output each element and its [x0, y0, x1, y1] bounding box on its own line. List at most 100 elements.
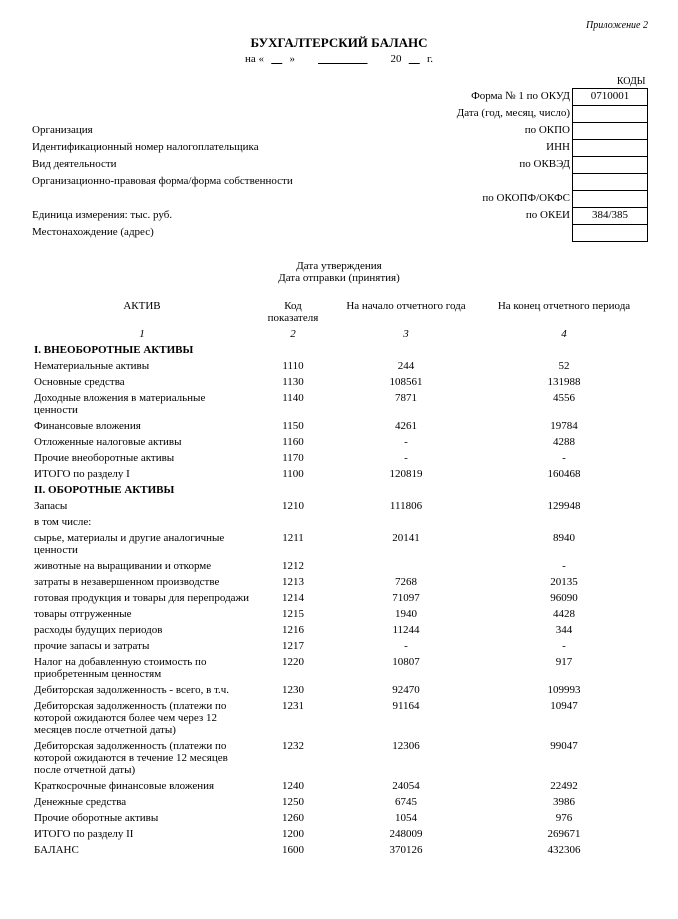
meta-left: [30, 191, 405, 208]
row-value-start: 7871: [332, 390, 480, 418]
row-value-end: 160468: [480, 466, 648, 482]
meta-mid: по ОКЕИ: [405, 208, 572, 225]
meta-code-cell[interactable]: 0710001: [573, 89, 648, 106]
table-row: Прочие внеоборотные активы1170--: [30, 450, 648, 466]
col-header-asset: АКТИВ: [30, 298, 254, 326]
row-value-start: 111806: [332, 498, 480, 514]
row-name: Дебиторская задолженность - всего, в т.ч…: [30, 682, 254, 698]
date-year-blank[interactable]: [404, 53, 424, 65]
row-code: 1110: [254, 358, 332, 374]
table-row: Запасы1210111806129948: [30, 498, 648, 514]
row-value-end: -: [480, 558, 648, 574]
approval-date-label: Дата утверждения: [30, 260, 648, 272]
row-value-start: 91164: [332, 698, 480, 738]
row-value-start: -: [332, 450, 480, 466]
row-value-start: -: [332, 434, 480, 450]
row-name: Отложенные налоговые активы: [30, 434, 254, 450]
row-value-start: 92470: [332, 682, 480, 698]
row-value-end: 22492: [480, 778, 648, 794]
meta-mid: Дата (год, месяц, число): [405, 106, 572, 123]
row-name: товары отгруженные: [30, 606, 254, 622]
date-year-suffix: г.: [427, 53, 433, 65]
row-code: 1212: [254, 558, 332, 574]
row-value-end: 432306: [480, 842, 648, 858]
table-row: Дебиторская задолженность (платежи по ко…: [30, 698, 648, 738]
meta-mid: по ОКПО: [405, 123, 572, 140]
header-meta-table: КОДЫ Форма № 1 по ОКУД0710001Дата (год, …: [30, 75, 648, 242]
row-value-start: 1940: [332, 606, 480, 622]
row-code: 1230: [254, 682, 332, 698]
table-row: Дебиторская задолженность (платежи по ко…: [30, 738, 648, 778]
table-row: готовая продукция и товары для перепрода…: [30, 590, 648, 606]
meta-left: Единица измерения: тыс. руб.: [30, 208, 405, 225]
meta-left: Идентификационный номер налогоплательщик…: [30, 140, 405, 157]
row-name: прочие запасы и затраты: [30, 638, 254, 654]
meta-code-cell[interactable]: [573, 225, 648, 242]
table-row: Отложенные налоговые активы1160-4288: [30, 434, 648, 450]
table-row: Финансовые вложения1150426119784: [30, 418, 648, 434]
row-value-end: 4428: [480, 606, 648, 622]
row-name: Основные средства: [30, 374, 254, 390]
row-name: Прочие оборотные активы: [30, 810, 254, 826]
row-code: 1600: [254, 842, 332, 858]
meta-code-cell[interactable]: [573, 174, 648, 191]
row-value-start: [332, 514, 480, 530]
row-name: Дебиторская задолженность (платежи по ко…: [30, 698, 254, 738]
date-day-blank[interactable]: [267, 53, 287, 65]
row-code: 1217: [254, 638, 332, 654]
balance-table: АКТИВ Код показателя На начало отчетного…: [30, 298, 648, 858]
row-value-start: 4261: [332, 418, 480, 434]
row-code: 1140: [254, 390, 332, 418]
row-code: 1232: [254, 738, 332, 778]
appendix-label: Приложение 2: [30, 20, 648, 31]
row-code: 1210: [254, 498, 332, 514]
row-name: в том числе:: [30, 514, 254, 530]
row-value-start: 11244: [332, 622, 480, 638]
row-value-end: [480, 514, 648, 530]
row-value-end: 10947: [480, 698, 648, 738]
row-code: 1216: [254, 622, 332, 638]
row-code: 1160: [254, 434, 332, 450]
colnum-3: 3: [332, 326, 480, 342]
approval-block: Дата утверждения Дата отправки (принятия…: [30, 260, 648, 284]
row-value-end: 20135: [480, 574, 648, 590]
col-header-end: На конец отчетного периода: [480, 298, 648, 326]
meta-code-cell[interactable]: 384/385: [573, 208, 648, 225]
meta-mid: ИНН: [405, 140, 572, 157]
table-row: Денежные средства125067453986: [30, 794, 648, 810]
row-name: БАЛАНС: [30, 842, 254, 858]
meta-mid: по ОКОПФ/ОКФС: [405, 191, 572, 208]
row-value-end: 131988: [480, 374, 648, 390]
colnum-2: 2: [254, 326, 332, 342]
meta-left: [30, 106, 405, 123]
date-month-blank[interactable]: [298, 53, 388, 65]
col-header-code: Код показателя: [254, 298, 332, 326]
row-code: 1100: [254, 466, 332, 482]
table-row: Основные средства1130108561131988: [30, 374, 648, 390]
row-value-start: 71097: [332, 590, 480, 606]
row-value-end: 52: [480, 358, 648, 374]
row-value-start: 248009: [332, 826, 480, 842]
row-code: 1231: [254, 698, 332, 738]
meta-code-cell[interactable]: [573, 123, 648, 140]
meta-code-cell[interactable]: [573, 140, 648, 157]
meta-code-cell[interactable]: [573, 157, 648, 174]
date-mid: »: [290, 53, 296, 65]
row-value-end: 917: [480, 654, 648, 682]
row-value-end: 4288: [480, 434, 648, 450]
row-value-end: 99047: [480, 738, 648, 778]
row-code: 1214: [254, 590, 332, 606]
row-name: затраты в незавершенном производстве: [30, 574, 254, 590]
meta-left: Вид деятельности: [30, 157, 405, 174]
row-value-end: 109993: [480, 682, 648, 698]
meta-code-cell[interactable]: [573, 191, 648, 208]
table-row: БАЛАНС1600370126432306: [30, 842, 648, 858]
table-row: расходы будущих периодов121611244344: [30, 622, 648, 638]
row-name: Краткосрочные финансовые вложения: [30, 778, 254, 794]
row-value-end: -: [480, 450, 648, 466]
meta-code-cell[interactable]: [573, 106, 648, 123]
row-value-end: 19784: [480, 418, 648, 434]
table-row: Дебиторская задолженность - всего, в т.ч…: [30, 682, 648, 698]
row-value-end: 129948: [480, 498, 648, 514]
meta-mid: [405, 225, 572, 242]
